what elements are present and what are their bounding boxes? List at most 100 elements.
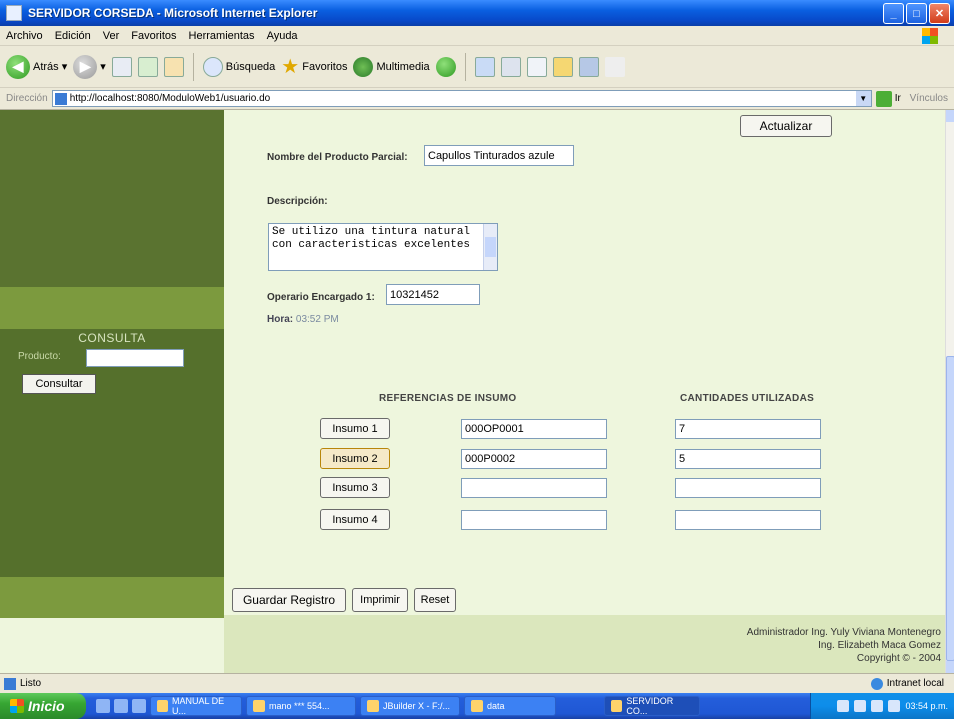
address-input[interactable]: http://localhost:8080/ModuloWeb1/usuario… (51, 90, 872, 107)
go-button[interactable]: Ir (895, 93, 901, 104)
task-data[interactable]: data (464, 696, 556, 716)
quick-launch (96, 699, 146, 713)
links-button[interactable]: Vínculos (910, 93, 948, 104)
producto-label: Producto: (18, 351, 61, 362)
history-icon[interactable] (435, 56, 456, 77)
multimedia-button[interactable]: Multimedia (353, 56, 430, 77)
forward-button[interactable]: ▶ ▾ (73, 54, 106, 79)
favorites-button[interactable]: ★ Favoritos (281, 54, 347, 79)
insumo-2-ref-input[interactable]: 000P0002 (461, 449, 607, 469)
textarea-scrollbar[interactable] (483, 224, 497, 270)
home-icon[interactable] (163, 56, 184, 77)
insumo-3-cant-input[interactable] (675, 478, 821, 498)
back-label: Atrás (33, 60, 59, 73)
address-bar: Dirección http://localhost:8080/ModuloWe… (0, 88, 954, 110)
actualizar-button[interactable]: Actualizar (740, 115, 832, 137)
page-scroll-thumb[interactable] (946, 356, 954, 661)
refresh-icon[interactable] (137, 56, 158, 77)
start-button[interactable]: Inicio (0, 693, 86, 719)
star-icon: ★ (281, 56, 300, 78)
discuss-icon[interactable] (578, 56, 599, 77)
search-button[interactable]: Búsqueda (202, 56, 275, 77)
address-url: http://localhost:8080/ModuloWeb1/usuario… (69, 93, 271, 104)
favorites-label: Favoritos (302, 60, 348, 73)
scroll-up-arrow[interactable] (946, 110, 954, 122)
multimedia-icon (353, 56, 374, 77)
consulta-title: CONSULTA (78, 331, 146, 345)
toolbar-separator (464, 52, 466, 81)
insumo-4-ref-input[interactable] (461, 510, 607, 530)
task-jbuilder[interactable]: JBuilder X - F:/... (360, 696, 460, 716)
print-icon[interactable] (500, 56, 521, 77)
volume-icon[interactable] (871, 700, 884, 712)
clock[interactable]: 03:54 p.m. (905, 701, 948, 711)
messenger-icon[interactable] (604, 56, 625, 77)
back-button[interactable]: ◀ Atrás ▾ (6, 54, 68, 79)
back-dropdown-icon[interactable]: ▾ (62, 60, 68, 73)
page-status-icon (4, 677, 16, 690)
menu-herramientas[interactable]: Herramientas (189, 30, 255, 42)
insumo-4-button[interactable]: Insumo 4 (320, 509, 390, 530)
page-content: CONSULTA Producto: Consultar Actualizar … (0, 110, 945, 673)
insumo-4-cant-input[interactable] (675, 510, 821, 530)
footer-line-1: Administrador Ing. Yuly Viviana Monteneg… (746, 627, 941, 638)
menu-favoritos[interactable]: Favoritos (131, 30, 176, 42)
ie-icon (6, 5, 22, 21)
insumo-2-cant-input[interactable]: 5 (675, 449, 821, 469)
show-desktop-icon[interactable] (96, 699, 110, 713)
descripcion-label: Descripción: (267, 196, 328, 207)
tray-icon[interactable] (837, 700, 850, 712)
app-icon (253, 700, 265, 712)
zone-label: Intranet local (886, 678, 944, 689)
menu-edicion[interactable]: Edición (55, 30, 91, 42)
insumo-1-cant-input[interactable]: 7 (675, 419, 821, 439)
ie-quicklaunch-icon[interactable] (114, 699, 128, 713)
address-dropdown-icon[interactable]: ▼ (855, 91, 871, 106)
insumo-1-ref-input[interactable]: 000OP0001 (461, 419, 607, 439)
nombre-input[interactable]: Capullos Tinturados azule (424, 145, 574, 166)
operario-input[interactable]: 10321452 (386, 284, 480, 305)
nombre-label: Nombre del Producto Parcial: (267, 152, 408, 163)
guardar-registro-button[interactable]: Guardar Registro (232, 588, 346, 612)
task-label: SERVIDOR CO... (626, 696, 674, 716)
mail-icon[interactable] (474, 56, 495, 77)
descripcion-textarea[interactable]: Se utilizo una tintura natural con carac… (268, 223, 498, 271)
media-quicklaunch-icon[interactable] (132, 699, 146, 713)
reset-button[interactable]: Reset (414, 588, 456, 612)
task-manual[interactable]: MANUAL DE U... (150, 696, 242, 716)
maximize-button[interactable]: □ (906, 3, 927, 24)
start-label: Inicio (28, 698, 65, 714)
imprimir-button[interactable]: Imprimir (352, 588, 408, 612)
insumo-3-ref-input[interactable] (461, 478, 607, 498)
insumo-3-button[interactable]: Insumo 3 (320, 477, 390, 498)
insumo-2-button[interactable]: Insumo 2 (320, 448, 390, 469)
go-arrow-icon[interactable] (875, 90, 892, 107)
hora-value: 03:52 PM (295, 314, 339, 325)
address-label: Dirección (6, 93, 48, 104)
search-icon (202, 56, 223, 77)
task-servidor[interactable]: SERVIDOR CO... (604, 696, 700, 716)
close-button[interactable]: ✕ (929, 3, 950, 24)
page-scrollbar[interactable] (945, 110, 954, 673)
consultar-button[interactable]: Consultar (22, 374, 96, 394)
status-bar: Listo Intranet local (0, 673, 954, 693)
menu-ayuda[interactable]: Ayuda (267, 30, 298, 42)
sidebar-bottom-band (0, 577, 224, 618)
menu-archivo[interactable]: Archivo (6, 30, 43, 42)
forward-dropdown-icon[interactable]: ▾ (100, 60, 106, 73)
insumo-1-button[interactable]: Insumo 1 (320, 418, 390, 439)
sidebar-band (0, 287, 224, 329)
producto-input[interactable] (86, 349, 184, 367)
folder-icon[interactable] (552, 56, 573, 77)
textarea-scroll-thumb[interactable] (485, 237, 496, 257)
minimize-button[interactable]: _ (883, 3, 904, 24)
menu-ver[interactable]: Ver (103, 30, 120, 42)
scroll-down-arrow[interactable] (946, 661, 954, 673)
stop-icon[interactable] (111, 56, 132, 77)
window-title-bar[interactable]: SERVIDOR CORSEDA - Microsoft Internet Ex… (0, 0, 954, 26)
edit-icon[interactable] (526, 56, 547, 77)
sidebar: CONSULTA Producto: Consultar (0, 110, 224, 618)
tray-icon[interactable] (854, 700, 867, 712)
network-icon[interactable] (888, 700, 901, 712)
task-mano[interactable]: mano *** 554... (246, 696, 356, 716)
